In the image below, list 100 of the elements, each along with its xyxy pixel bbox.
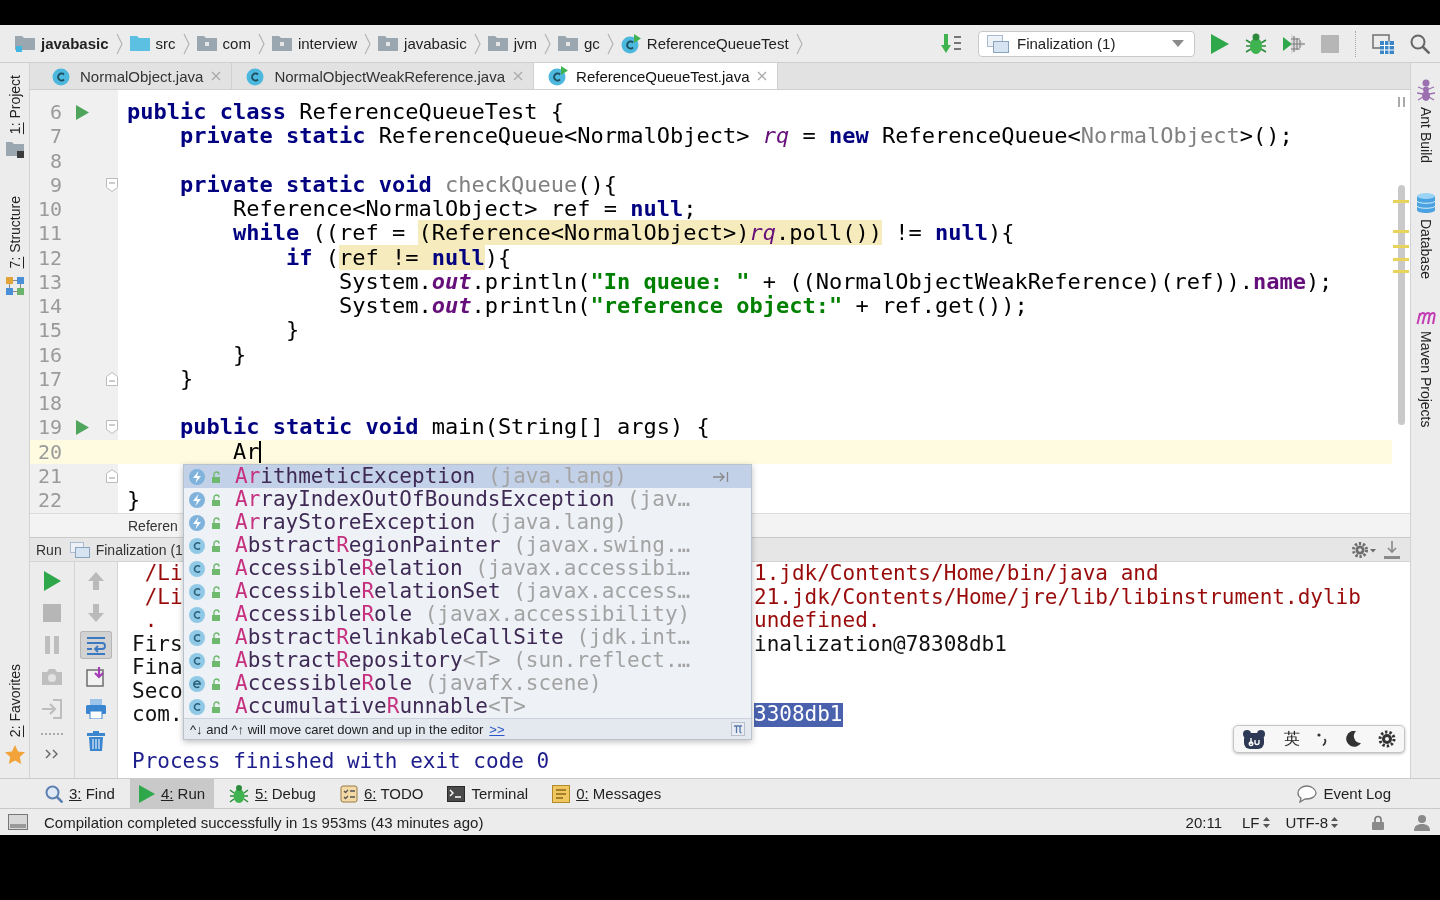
run-configuration-dropdown[interactable]: Finalization (1) <box>978 30 1195 57</box>
breadcrumb-item[interactable]: src <box>129 35 176 52</box>
line-number: 13 <box>36 269 63 294</box>
person-icon[interactable] <box>1414 813 1430 831</box>
completion-item[interactable]: ArrayIndexOutOfBoundsException (jav… <box>184 488 751 511</box>
tool-window-button[interactable]: Maven Projects <box>1415 307 1436 430</box>
tool-window-button[interactable]: 3: Find <box>36 779 124 808</box>
editor-tab[interactable]: ReferenceQueueTest.java <box>534 63 779 89</box>
breadcrumb-item[interactable]: ReferenceQueueTest <box>620 33 789 54</box>
search-icon[interactable] <box>1410 33 1430 54</box>
warning-marker[interactable] <box>1393 230 1409 233</box>
close-icon[interactable] <box>211 71 222 81</box>
fold-marker-icon[interactable] <box>106 371 118 386</box>
grid-window-icon[interactable] <box>1372 33 1394 54</box>
editor-tab[interactable]: NormalObject.java <box>38 63 233 89</box>
warning-marker[interactable] <box>1393 245 1409 248</box>
moon-icon[interactable] <box>1344 731 1361 747</box>
input-mode-toggle[interactable]: 英 <box>1283 728 1300 750</box>
tool-window-button[interactable]: 1: Project <box>5 73 24 161</box>
updown-arrows-icon[interactable] <box>1262 816 1270 828</box>
console-text: . <box>143 609 158 633</box>
folder-icon <box>557 36 578 51</box>
completion-item[interactable]: AbstractRegionPainter (javax.swing.… <box>184 534 751 557</box>
play-icon[interactable] <box>76 419 89 435</box>
breadcrumb-item[interactable]: javabasic <box>378 35 467 52</box>
play-icon[interactable] <box>1211 33 1229 54</box>
line-separator-selector[interactable]: LF <box>1242 813 1260 831</box>
bear-logo-icon[interactable] <box>1242 729 1266 749</box>
line-number: 6 <box>48 100 63 125</box>
encoding-selector[interactable]: UTF-8 <box>1285 813 1328 831</box>
tool-window-button[interactable]: 7: Structure <box>5 194 24 297</box>
completion-item[interactable]: AccessibleRole (javax.accessibility) <box>184 603 751 626</box>
lock-icon[interactable] <box>1372 814 1384 830</box>
console-text: inalization@78308db1 <box>754 632 1007 656</box>
fold-marker-icon[interactable] <box>106 420 118 435</box>
breadcrumb-item[interactable]: javabasic <box>15 35 109 52</box>
settings-icon[interactable] <box>1378 730 1396 748</box>
line-number: 14 <box>36 294 63 319</box>
editor-tab[interactable]: NormalObjectWeakReference.java <box>232 63 535 89</box>
tool-window-button[interactable]: 4: Run <box>129 779 215 808</box>
fold-marker-icon[interactable] <box>106 177 118 192</box>
breadcrumb-item[interactable]: interview <box>271 35 358 52</box>
checklist-icon <box>339 784 358 803</box>
breadcrumb-item[interactable]: jvm <box>487 35 537 52</box>
breadcrumb-item[interactable]: Referen <box>128 517 178 534</box>
tool-window-button[interactable]: Event Log <box>1288 779 1400 808</box>
tool-window-button[interactable]: 2: Favorites <box>4 661 25 766</box>
code-line: if (ref != null){ <box>284 245 512 270</box>
breadcrumb-item[interactable]: com <box>196 35 251 52</box>
completion-item[interactable]: AccessibleRole (javafx.scene) <box>184 672 751 695</box>
completion-item[interactable]: AccumulativeRunnable<T> <box>184 695 751 718</box>
warning-marker[interactable] <box>1393 258 1409 261</box>
panel-toggle-icon[interactable] <box>8 814 28 830</box>
tool-window-button[interactable]: 6: TODO <box>330 779 433 808</box>
warning-marker[interactable] <box>1393 200 1409 203</box>
lightning-icon <box>189 491 205 508</box>
caret-position[interactable]: 20:11 <box>1185 813 1222 831</box>
scrollbar-thumb[interactable] <box>1398 185 1405 425</box>
scroll-end-icon[interactable] <box>86 667 106 687</box>
completion-item[interactable]: AbstractRelinkableCallSite (jdk.int… <box>184 626 751 649</box>
console-text: /Li <box>143 562 183 586</box>
completion-item[interactable]: ArithmeticException (java.lang) <box>184 465 751 488</box>
tool-window-button[interactable]: 5: Debug <box>220 779 325 808</box>
play-icon <box>138 784 155 803</box>
close-icon[interactable] <box>513 71 524 81</box>
play-icon[interactable] <box>42 571 62 591</box>
tool-window-button[interactable]: Terminal <box>438 779 538 808</box>
pi-icon[interactable] <box>731 722 745 736</box>
folder-icon <box>5 142 24 159</box>
speech-bubble-icon <box>1297 784 1318 803</box>
play-icon[interactable] <box>76 104 89 120</box>
tool-window-button[interactable]: 0: Messages <box>543 779 671 808</box>
trash-icon[interactable] <box>86 731 106 751</box>
code-line: } <box>178 366 194 391</box>
play-grid-icon[interactable] <box>1283 33 1305 54</box>
completion-item[interactable]: AbstractRepository<T> (sun.reflect.… <box>184 649 751 672</box>
punctuation-icon[interactable] <box>1317 732 1327 746</box>
updown-arrows-icon[interactable] <box>1331 816 1338 828</box>
fold-marker-icon[interactable] <box>106 468 118 483</box>
arrow-to-bar-icon <box>713 471 729 482</box>
breadcrumb-item[interactable]: gc <box>557 35 600 52</box>
message-icon <box>552 784 571 803</box>
class-icon <box>189 629 205 646</box>
run-tab[interactable]: Finalization (1 <box>69 541 183 558</box>
tool-window-button[interactable]: Ant Build <box>1416 77 1435 166</box>
line-number: 16 <box>36 342 63 367</box>
soft-wrap-icon[interactable] <box>80 631 112 659</box>
tool-window-button[interactable]: Database <box>1416 191 1435 281</box>
printer-icon[interactable] <box>86 699 106 719</box>
completion-item[interactable]: AccessibleRelationSet (javax.access… <box>184 580 751 603</box>
more-link[interactable]: >> <box>489 721 505 737</box>
bug-icon[interactable] <box>1245 32 1267 55</box>
build-icon[interactable] <box>940 32 962 55</box>
arrow-down-bar-icon[interactable] <box>1384 540 1400 559</box>
unlocked-icon <box>211 585 221 598</box>
double-chevron-icon[interactable] <box>45 749 59 759</box>
close-icon[interactable] <box>757 71 768 81</box>
completion-item[interactable]: AccessibleRelation (javax.accessibi… <box>184 557 751 580</box>
completion-item[interactable]: ArrayStoreException (java.lang) <box>184 511 751 534</box>
warning-marker[interactable] <box>1393 270 1409 273</box>
